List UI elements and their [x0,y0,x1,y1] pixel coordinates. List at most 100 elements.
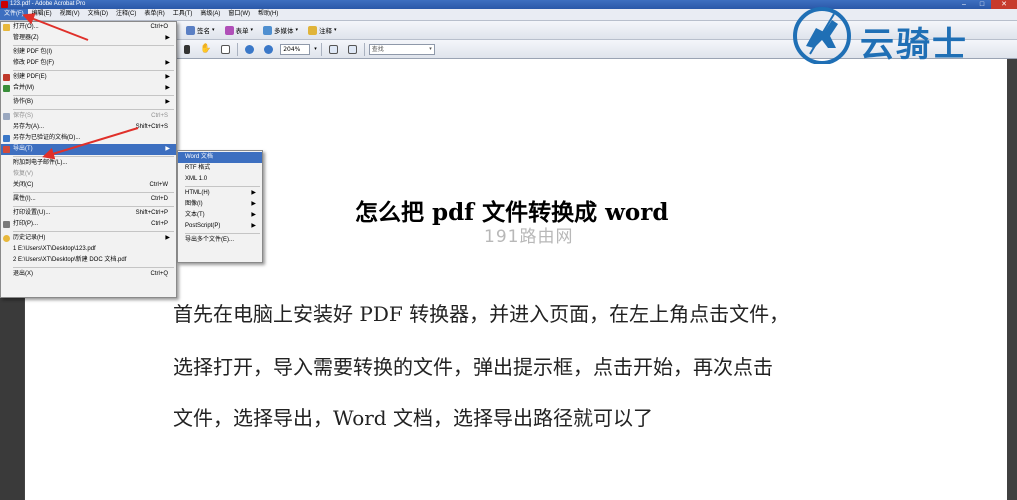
submenu-item-postscript[interactable]: PostScript(P) ▶ [178,221,262,232]
submenu-item-export-multiple[interactable]: 导出多个文件(E)... [178,235,262,246]
menu-document[interactable]: 文档(D) [84,9,112,20]
chevron-right-icon: ▶ [251,190,256,196]
full-screen-button[interactable] [345,43,360,56]
menu-item-label: 创建 PDF 包(I) [13,49,52,55]
menu-item-create-pdf[interactable]: 创建 PDF(E) ▶ [1,72,176,83]
chevron-right-icon: ▶ [165,74,170,80]
menu-item-properties[interactable]: 属性(I)... Ctrl+D [1,194,176,205]
vertical-scrollbar[interactable] [1007,59,1017,500]
hand-tool-button[interactable]: ✋ [197,43,214,56]
acrobat-app-icon [1,1,8,8]
menu-item-print[interactable]: 打印(P)... Ctrl+P [1,219,176,230]
menu-item-recent-file-2[interactable]: 2 E:\Users\XT\Desktop\新建 DOC 文档.pdf [1,255,176,266]
menu-item-label: 另存为已验证的文档(D)... [13,135,81,141]
menu-item-close[interactable]: 关闭(C) Ctrl+W [1,180,176,191]
menu-item-attach-email[interactable]: 附加到电子邮件(L)... [1,158,176,169]
shortcut-label: Ctrl+O [150,24,168,30]
chevron-down-icon: ▾ [334,27,337,33]
menu-separator [13,109,174,110]
toolbar-divider [237,42,239,56]
menu-item-export[interactable]: 导出(T) ▶ [1,144,176,155]
select-tool-button[interactable] [181,43,193,56]
chevron-right-icon: ▶ [251,223,256,229]
menu-window[interactable]: 窗口(W) [224,9,254,20]
clock-icon [3,235,10,242]
marquee-zoom-button[interactable] [218,43,233,56]
menu-item-recent-file-1[interactable]: 1 E:\Users\XT\Desktop\123.pdf [1,244,176,255]
export-icon [3,146,10,153]
menu-item-modify-pdf-package[interactable]: 修改 PDF 包(F) ▶ [1,58,176,69]
export-submenu: Word 文档 RTF 格式 XML 1.0 HTML(H) ▶ 图像(I) ▶… [177,150,263,263]
menu-item-save[interactable]: 保存(S) Ctrl+S [1,111,176,122]
zoom-dropdown-icon[interactable]: ▾ [314,46,317,52]
menu-forms[interactable]: 表单(R) [140,9,168,20]
menu-separator [13,206,174,207]
menu-comments[interactable]: 注释(C) [112,9,140,20]
menu-item-label: 2 E:\Users\XT\Desktop\新建 DOC 文档.pdf [13,257,127,263]
menu-separator [13,192,174,193]
menu-item-create-pdf-package[interactable]: 创建 PDF 包(I) [1,47,176,58]
comment-button[interactable]: 注释 ▾ [305,24,340,37]
toolbar-divider [363,42,365,56]
file-menu-dropdown: 打开(O)... Ctrl+O 管理器(Z) ▶ 创建 PDF 包(I) 修改 … [0,21,177,298]
find-input[interactable]: 查找 ▾ [368,43,435,55]
menu-item-label: 打开(O)... [13,24,39,30]
menu-item-save-as[interactable]: 另存为(A)... Shift+Ctrl+S [1,122,176,133]
zoom-out-icon [245,44,255,54]
cursor-icon [184,44,190,54]
menu-item-label: 另存为(A)... [13,124,44,130]
chevron-right-icon: ▶ [165,235,170,241]
combine-icon [3,85,10,92]
shortcut-label: Ctrl+D [150,196,168,202]
printer-icon [3,221,10,228]
menu-item-organizer[interactable]: 管理器(Z) ▶ [1,33,176,44]
window-title: 123.pdf - Adobe Acrobat Pro [10,1,86,7]
menu-item-save-certified[interactable]: 另存为已验证的文档(D)... [1,133,176,144]
create-pdf-icon [3,74,10,81]
menu-item-combine[interactable]: 合并(M) ▶ [1,83,176,94]
menu-item-history[interactable]: 历史记录(H) ▶ [1,233,176,244]
submenu-item-image[interactable]: 图像(I) ▶ [178,199,262,210]
menu-item-print-setup[interactable]: 打印设置(U)... Shift+Ctrl+P [1,208,176,219]
submenu-item-word-document[interactable]: Word 文档 [178,152,262,163]
shortcut-label: Ctrl+S [151,113,168,119]
zoom-out-button[interactable] [242,43,257,56]
menu-view[interactable]: 视图(V) [56,9,84,20]
menu-item-label: 恢复(V) [13,171,33,177]
forms-button[interactable]: 表单 ▾ [222,24,257,37]
menu-tools[interactable]: 工具(T) [169,9,197,20]
sign-button[interactable]: 签名 ▾ [183,24,218,37]
menu-item-open[interactable]: 打开(O)... Ctrl+O [1,22,176,33]
submenu-item-rtf[interactable]: RTF 格式 [178,163,262,174]
zoom-level-input[interactable]: 204% [280,43,311,55]
submenu-item-label: PostScript(P) [185,223,221,229]
submenu-item-html[interactable]: HTML(H) ▶ [178,188,262,199]
menu-item-exit[interactable]: 退出(X) Ctrl+Q [1,269,176,280]
shortcut-label: Shift+Ctrl+P [135,210,168,216]
shortcut-label: Ctrl+W [149,182,169,188]
submenu-item-text[interactable]: 文本(T) ▶ [178,210,262,221]
zoom-in-button[interactable] [261,43,276,56]
menu-item-label: 打印设置(U)... [13,210,51,216]
submenu-item-xml[interactable]: XML 1.0 [178,174,262,185]
chevron-down-icon: ▾ [212,27,215,33]
multimedia-button[interactable]: 多媒体 ▾ [260,24,301,37]
chevron-right-icon: ▶ [251,212,256,218]
menu-separator [13,156,174,157]
menu-item-label: 修改 PDF 包(F) [13,60,54,66]
menu-item-revert[interactable]: 恢复(V) [1,169,176,180]
shortcut-label: Ctrl+Q [150,271,168,277]
menu-help[interactable]: 帮助(H) [254,9,282,20]
menu-item-label: 创建 PDF(E) [13,74,47,80]
menu-separator [13,95,174,96]
menu-advanced[interactable]: 高级(A) [196,9,224,20]
document-paragraph-line: 首先在电脑上安装好 PDF 转换器，并进入页面，在左上角点击文件， [173,302,790,326]
menu-item-collaborate[interactable]: 协作(B) ▶ [1,97,176,108]
menu-separator [185,186,260,187]
fit-page-icon [328,44,338,54]
menu-separator [13,231,174,232]
fit-page-button[interactable] [326,43,341,56]
menu-edit[interactable]: 编辑(E) [28,9,56,20]
menu-file[interactable]: 文件(F) [0,9,28,20]
sign-icon [186,25,195,35]
